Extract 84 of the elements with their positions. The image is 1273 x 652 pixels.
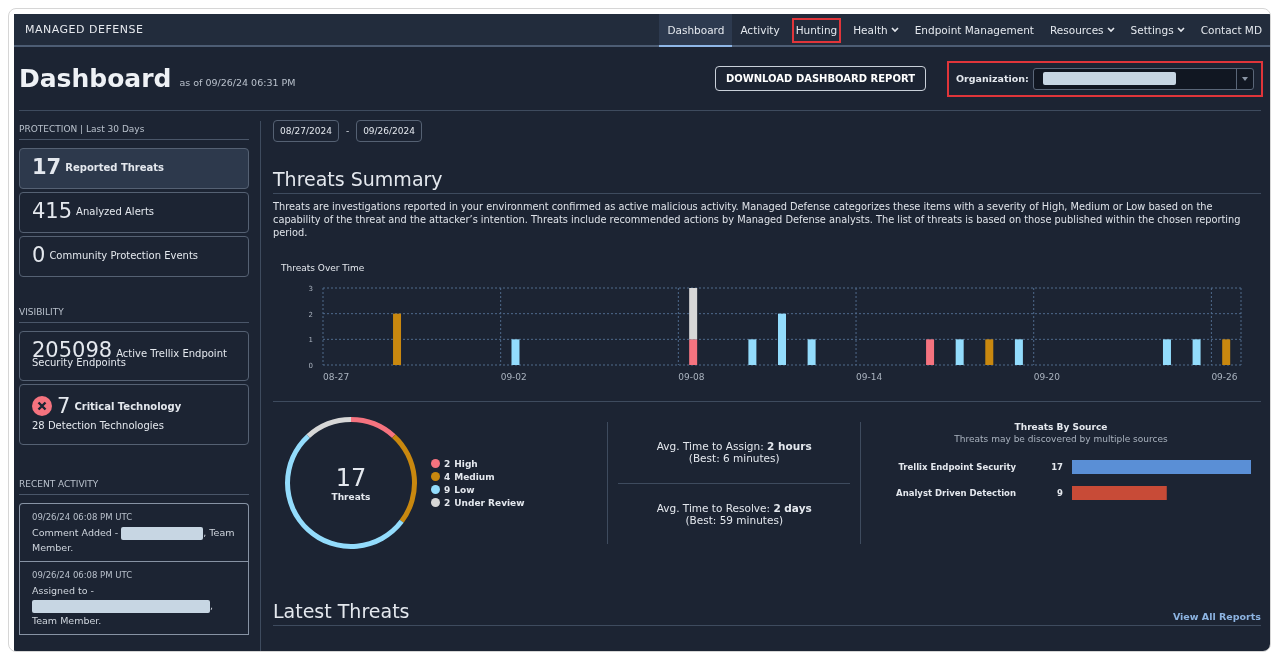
nav-tab[interactable]: Contact MD [1192, 14, 1270, 47]
stat-label: Reported Threats [65, 161, 164, 173]
activity-item[interactable]: 09/26/24 06:08 PM UTC Comment Added - , Team Member. [20, 504, 248, 562]
bar-label: Trellix Endpoint Security [898, 462, 1016, 472]
chart-bar [955, 339, 964, 365]
chart-bar [1192, 339, 1201, 365]
section-title: VISIBILITY [19, 307, 249, 323]
axis-label: 08-27 [323, 372, 350, 382]
organization-select[interactable] [1032, 67, 1254, 90]
donut-label: Threats [331, 492, 371, 502]
description: Threats are investigations reported in your environment confirmed as active malicious activity. Managed Defense categorizes these items with a severity of High, Medium or Low based on the capability of the threat and the attacker’s intention. Threats include recommended actions by Managed Defense analysts. The list of threats is based on those published within the chosen reporting period. [273, 200, 1242, 239]
stat-value: 0 [32, 243, 46, 267]
metric-best: (Best: 59 minutes) [685, 513, 783, 526]
chart-bar [1222, 339, 1231, 365]
section-heading: Latest Threats [273, 600, 410, 622]
activity-time: 09/26/24 06:08 PM UTC [32, 512, 134, 522]
chart-bar [778, 313, 786, 365]
section-title: RECENT ACTIVITY [19, 479, 249, 495]
chart-subtitle: Threats may be discovered by multiple sources [954, 434, 1168, 444]
chart-bar [393, 313, 402, 365]
stat-label: Analyzed Alerts [76, 205, 155, 217]
date-field[interactable]: 09/26/2024 [356, 120, 422, 142]
nav-tab[interactable]: Hunting [787, 14, 846, 47]
donut-total: 17 [335, 464, 367, 492]
legend-label: Under Review [454, 497, 525, 508]
stat-sublabel: 28 Detection Technologies [32, 420, 165, 431]
dropdown-arrow-icon [1242, 76, 1248, 81]
metric-text: Avg. Time to Resolve: 2 days [656, 501, 812, 514]
chart-bar [985, 339, 994, 365]
page-title: Dashboard [19, 64, 172, 93]
legend-label: Medium [454, 471, 495, 482]
date-separator: - [345, 126, 350, 136]
chevron-down-icon [890, 26, 899, 33]
organization-label: Organization: [956, 73, 1029, 84]
axis-label: 09-20 [1033, 372, 1060, 382]
bar-value: 17 [1051, 462, 1063, 472]
chart-bar [926, 339, 935, 365]
app-title: MANAGED DEFENSE [25, 23, 144, 36]
legend-count: 2 [444, 497, 451, 508]
section-heading: Threats Summary [273, 168, 1261, 194]
axis-label: 09-26 [1211, 372, 1238, 382]
nav-tab[interactable]: Health [845, 14, 907, 47]
activity-time: 09/26/24 06:08 PM UTC [32, 570, 134, 580]
axis-label: 09-08 [678, 372, 705, 382]
error-icon [32, 396, 52, 416]
chevron-down-icon [1106, 26, 1115, 33]
metric-text: Avg. Time to Assign: 2 hours [656, 440, 812, 453]
nav-tab[interactable]: Activity [732, 14, 788, 47]
stat-value: 17 [32, 155, 62, 179]
stat-label: Critical Technology [74, 400, 182, 412]
legend-label: High [454, 458, 478, 469]
activity-item[interactable]: 09/26/24 06:08 PM UTC Assigned to - , Team Member. [20, 562, 248, 635]
chevron-down-icon [1176, 26, 1185, 33]
timestamp: as of 09/26/24 06:31 PM [179, 77, 296, 88]
nav-tab[interactable]: Dashboard [659, 14, 733, 47]
axis-label: 09-14 [856, 372, 883, 382]
chart-title: Threats Over Time [281, 263, 366, 273]
metric-best: (Best: 6 minutes) [688, 452, 780, 465]
bar-value: 9 [1057, 488, 1063, 498]
view-all-reports-link[interactable]: View All Reports [1172, 611, 1261, 622]
nav-tab[interactable]: Resources [1041, 14, 1123, 47]
bar-label: Analyst Driven Detection [896, 488, 1016, 498]
stat-label: Active Trellix Endpoint [116, 348, 227, 359]
download-report-button[interactable]: DOWNLOAD DASHBOARD REPORT [714, 66, 926, 91]
section-title: PROTECTION | Last 30 Days [19, 124, 249, 140]
stat-label: Community Protection Events [49, 249, 199, 261]
axis-label: 09-02 [500, 372, 527, 382]
nav-tab[interactable]: Endpoint Management [906, 14, 1042, 47]
activity-text: Comment Added - , Team Member. [32, 526, 236, 555]
stat-value: 415 [32, 199, 73, 223]
nav-tab[interactable]: Settings [1122, 14, 1193, 47]
chart-bar [807, 339, 816, 365]
date-field[interactable]: 08/27/2024 [273, 120, 339, 142]
chart-bar [511, 339, 520, 365]
chart-bar [748, 339, 757, 365]
legend-label: Low [454, 484, 475, 495]
chart-bar [1014, 339, 1023, 365]
chart-title: Threats By Source [1014, 422, 1108, 432]
stat-value: 7 [57, 394, 71, 418]
legend-count: 9 [444, 484, 451, 495]
chart-bar [1162, 339, 1171, 365]
legend-count: 2 [444, 458, 451, 469]
activity-text: Assigned to - , Team Member. [32, 584, 215, 628]
legend-count: 4 [444, 471, 451, 482]
